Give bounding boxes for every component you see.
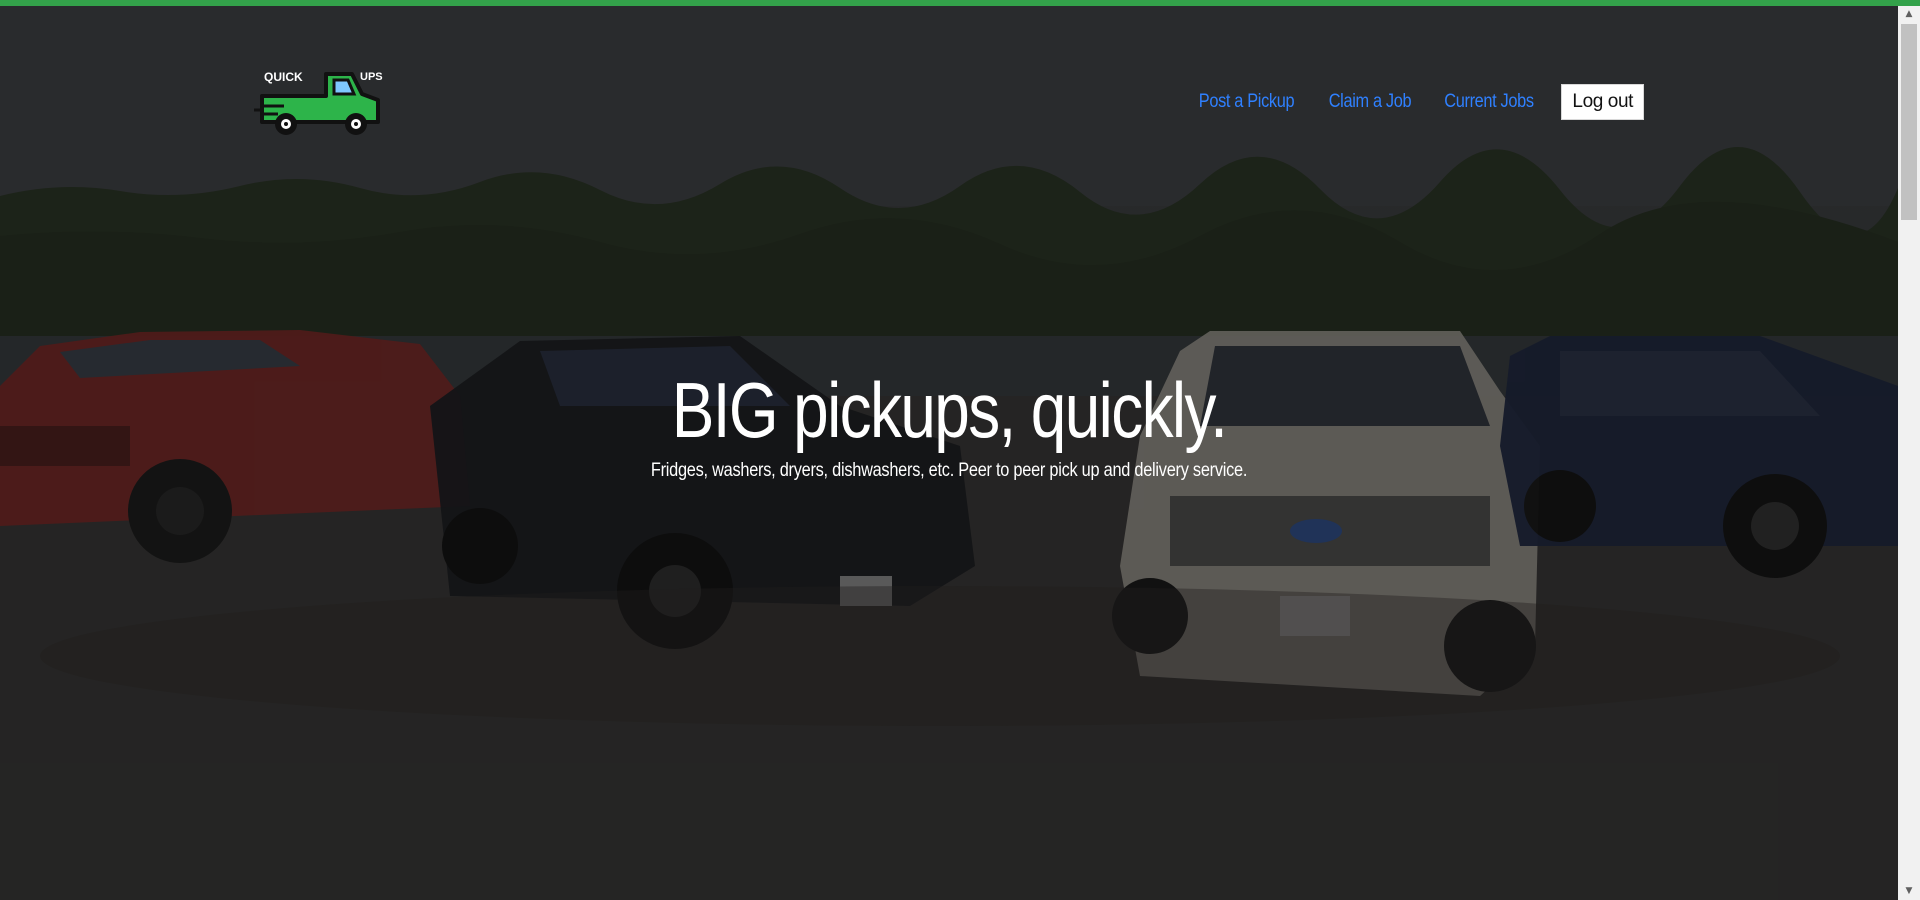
nav-link-current-jobs[interactable]: Current Jobs bbox=[1445, 91, 1535, 113]
nav-link-post-pickup[interactable]: Post a Pickup bbox=[1198, 91, 1294, 113]
top-accent-bar bbox=[0, 0, 1920, 6]
page: QUICK UPS Post a Pickup Claim a Job Curr… bbox=[0, 0, 1920, 900]
logout-button[interactable]: Log out bbox=[1561, 84, 1644, 120]
logo-text-right: UPS bbox=[360, 71, 383, 83]
hero-text: BIG pickups, quickly. Fridges, washers, … bbox=[0, 364, 1898, 482]
nav-link-claim-job[interactable]: Claim a Job bbox=[1328, 91, 1411, 113]
quickups-logo[interactable]: QUICK UPS bbox=[254, 58, 384, 140]
hero-title: BIG pickups, quickly. bbox=[671, 366, 1228, 454]
scroll-down-arrow-icon[interactable]: ▼ bbox=[1898, 883, 1920, 900]
scrollbar-thumb[interactable] bbox=[1901, 24, 1917, 220]
site-header: QUICK UPS Post a Pickup Claim a Job Curr… bbox=[0, 6, 1898, 146]
vertical-scrollbar[interactable]: ▲ ▼ bbox=[1898, 6, 1920, 900]
main-nav: Post a Pickup Claim a Job Current Jobs L… bbox=[1191, 84, 1644, 120]
hero-subtitle: Fridges, washers, dryers, dishwashers, e… bbox=[650, 460, 1248, 481]
scroll-up-arrow-icon[interactable]: ▲ bbox=[1898, 6, 1920, 23]
logo-text-left: QUICK bbox=[264, 70, 303, 84]
